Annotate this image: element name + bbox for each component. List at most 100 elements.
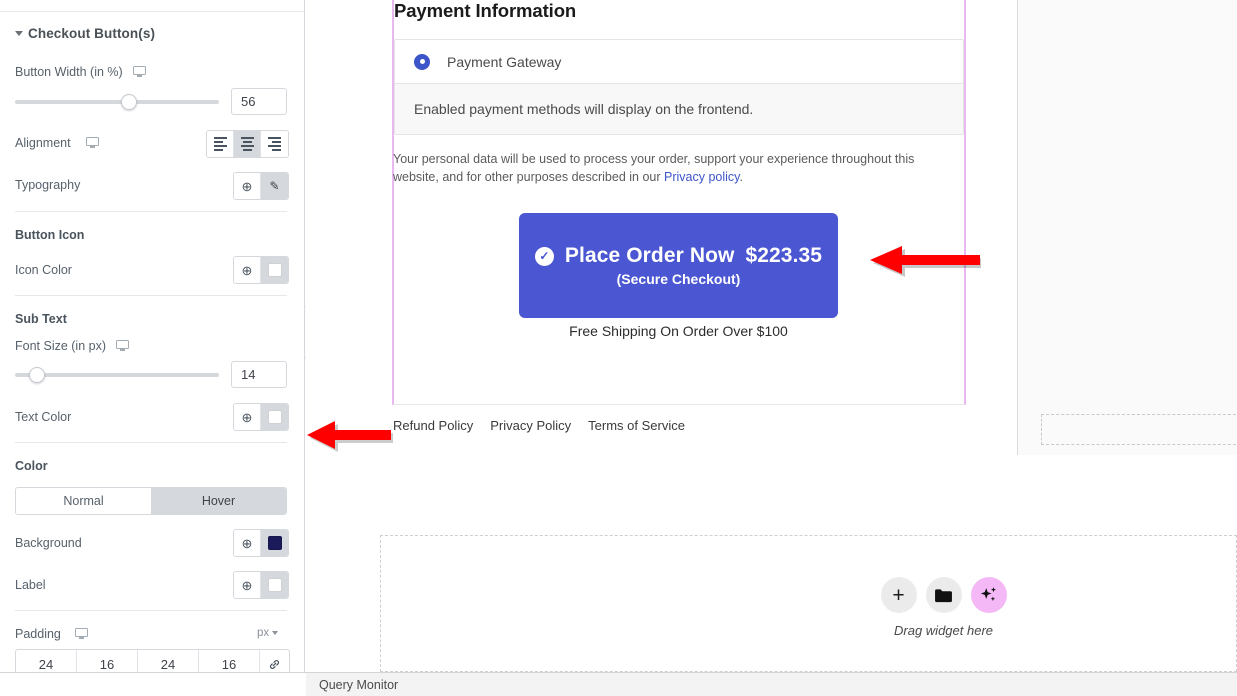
drop-zone-content: + Drag widget here — [872, 577, 1015, 638]
font-size-input[interactable]: 14 — [231, 361, 287, 388]
state-tab-hover[interactable]: Hover — [151, 488, 286, 514]
label-globals-button[interactable]: ⊕ — [234, 572, 261, 598]
section-header-label: Checkout Button(s) — [28, 26, 156, 41]
widget-drop-zone[interactable] — [380, 535, 1237, 672]
plus-icon: + — [892, 583, 905, 607]
color-swatch — [267, 536, 282, 550]
payment-methods-box: Payment Gateway Enabled payment methods … — [394, 39, 964, 135]
globe-icon: ⊕ — [241, 409, 253, 425]
align-center-icon — [240, 137, 254, 151]
background-color-group: ⊕ — [233, 529, 289, 557]
annotation-arrow-footer-links — [303, 419, 393, 457]
icon-color-group: ⊕ — [233, 256, 289, 284]
divider-4 — [15, 610, 287, 611]
responsive-monitor-icon-padding[interactable] — [75, 628, 88, 639]
state-tab-normal[interactable]: Normal — [16, 488, 151, 514]
place-order-button[interactable]: ✓ Place Order Now $223.35 (Secure Checko… — [519, 213, 838, 318]
label-swatch-button[interactable] — [261, 572, 288, 598]
padding-label: Padding — [15, 627, 61, 641]
elementor-controls-panel: Checkout Button(s) Button Width (in %) 5… — [0, 0, 305, 672]
footer-policy-links: Refund Policy Privacy Policy Terms of Se… — [393, 418, 685, 433]
drop-zone-buttons: + — [872, 577, 1015, 613]
right-sidebar-dropzone[interactable] — [1041, 414, 1237, 445]
align-left-button[interactable] — [207, 131, 234, 157]
text-color-swatch-button[interactable] — [261, 404, 288, 430]
annotation-arrow-place-order — [866, 243, 981, 283]
link-icon — [269, 659, 280, 669]
icon-color-globals-button[interactable]: ⊕ — [234, 257, 261, 283]
globe-icon: ⊕ — [241, 535, 253, 551]
color-state-tabs: Normal Hover — [15, 487, 287, 515]
slider-handle[interactable] — [29, 367, 46, 383]
place-order-label: Place Order Now — [564, 244, 735, 267]
ai-builder-button[interactable] — [970, 577, 1007, 613]
divider-1 — [15, 211, 287, 212]
query-monitor-bar[interactable]: Query Monitor — [306, 672, 1237, 696]
button-width-label: Button Width (in %) — [15, 65, 123, 79]
link-privacy-policy[interactable]: Privacy Policy — [490, 418, 571, 433]
radio-selected-icon[interactable] — [414, 53, 430, 70]
place-order-price: $223.35 — [745, 244, 823, 267]
font-size-slider[interactable] — [15, 365, 219, 385]
link-refund-policy[interactable]: Refund Policy — [393, 418, 473, 433]
button-width-slider[interactable] — [15, 92, 219, 112]
icon-color-label: Icon Color — [15, 263, 72, 277]
responsive-monitor-icon[interactable] — [133, 66, 146, 77]
section-header-checkout-buttons[interactable]: Checkout Button(s) — [15, 26, 155, 41]
slider-handle[interactable] — [121, 94, 138, 110]
privacy-disclaimer: Your personal data will be used to proce… — [393, 150, 949, 186]
color-swatch — [267, 410, 282, 424]
padding-link-values-button[interactable] — [260, 650, 289, 672]
add-widget-button[interactable]: + — [880, 577, 917, 613]
padding-top-input[interactable]: 24 — [16, 650, 77, 672]
link-terms-of-service[interactable]: Terms of Service — [588, 418, 685, 433]
globe-icon: ⊕ — [241, 262, 253, 278]
globe-icon: ⊕ — [241, 577, 253, 593]
background-globals-button[interactable]: ⊕ — [234, 530, 261, 556]
align-left-icon — [213, 137, 227, 151]
button-width-input[interactable]: 56 — [231, 88, 287, 115]
right-sidebar-column — [1017, 0, 1237, 455]
payment-gateway-label: Payment Gateway — [447, 53, 562, 70]
align-right-button[interactable] — [261, 131, 288, 157]
payment-gateway-row[interactable]: Payment Gateway — [395, 40, 963, 84]
padding-right-input[interactable]: 16 — [77, 650, 138, 672]
responsive-monitor-icon-fontsize[interactable] — [116, 340, 129, 351]
padding-left-input[interactable]: 16 — [199, 650, 260, 672]
align-center-button[interactable] — [234, 131, 261, 157]
typography-edit-button[interactable]: ✎ — [261, 173, 288, 199]
label-color-group: ⊕ — [233, 571, 289, 599]
folder-templates-button[interactable] — [925, 577, 962, 613]
slider-track — [15, 100, 219, 104]
drag-widget-hint: Drag widget here — [894, 623, 993, 638]
query-monitor-label: Query Monitor — [319, 677, 399, 692]
free-shipping-note: Free Shipping On Order Over $100 — [569, 323, 788, 339]
typography-button-group: ⊕ ✎ — [233, 172, 289, 200]
payment-methods-note: Enabled payment methods will display on … — [395, 84, 963, 134]
privacy-policy-link[interactable]: Privacy policy — [664, 170, 739, 184]
icon-color-swatch-button[interactable] — [261, 257, 288, 283]
color-swatch — [267, 578, 282, 592]
sub-text-heading: Sub Text — [15, 312, 67, 326]
place-order-primary-line: ✓ Place Order Now $223.35 — [534, 244, 823, 268]
panel-top-divider — [0, 11, 304, 12]
pencil-icon: ✎ — [269, 179, 280, 193]
check-circle-icon: ✓ — [534, 246, 554, 266]
typography-globals-button[interactable]: ⊕ — [234, 173, 261, 199]
padding-unit-selector[interactable]: px — [257, 627, 279, 639]
color-swatch — [267, 263, 282, 277]
align-right-icon — [268, 137, 281, 151]
globe-icon: ⊕ — [241, 178, 253, 194]
slider-track — [15, 373, 219, 377]
bottom-bar-left-spacer — [0, 672, 306, 696]
responsive-monitor-icon-alignment[interactable] — [86, 137, 99, 148]
label-color-label: Label — [15, 578, 46, 592]
text-color-label: Text Color — [15, 410, 72, 424]
padding-bottom-input[interactable]: 24 — [138, 650, 199, 672]
button-icon-heading: Button Icon — [15, 228, 85, 242]
text-color-globals-button[interactable]: ⊕ — [234, 404, 261, 430]
background-swatch-button[interactable] — [261, 530, 288, 556]
font-size-label: Font Size (in px) — [15, 339, 107, 353]
sparkles-icon — [980, 586, 997, 601]
folder-icon — [935, 588, 952, 602]
